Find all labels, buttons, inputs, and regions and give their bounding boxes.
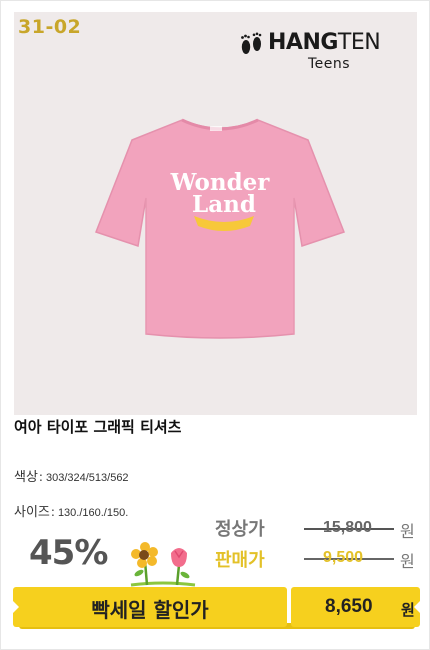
brand-name: HANGTEN <box>268 30 381 55</box>
footprints-icon <box>241 32 262 54</box>
color-label: 색상 <box>14 470 38 485</box>
size-row: 사이즈: 130./160./150. <box>14 501 128 520</box>
regular-price-currency: 원 <box>400 522 415 541</box>
brand-subline: Teens <box>308 56 351 72</box>
product-card[interactable]: 31-02 HANGTEN Teens Wonder Land 여아 타이포 그… <box>0 0 430 650</box>
size-separator: : <box>50 505 55 519</box>
sale-price-label: 판매가 <box>215 550 265 571</box>
tshirt-image: Wonder Land <box>95 118 345 339</box>
product-code: 31-02 <box>18 16 82 38</box>
final-price-value: 8,650 <box>325 596 373 617</box>
product-title[interactable]: 여아 타이포 그래픽 티셔츠 <box>14 416 181 437</box>
brand-logo: HANGTEN Teens <box>234 22 399 80</box>
color-value: 303/324/513/562 <box>45 472 129 484</box>
color-separator: : <box>38 470 43 484</box>
promo-label-bar[interactable]: 빡세일 할인가 <box>13 587 287 627</box>
final-price-currency: 원 <box>401 601 415 619</box>
regular-price-value: 15,800 <box>323 519 372 536</box>
final-price-bar[interactable]: 8,650 원 <box>291 587 420 627</box>
promo-label: 빡세일 할인가 <box>91 598 209 622</box>
sale-price-value: 9,500 <box>323 549 364 566</box>
product-photo[interactable]: 31-02 HANGTEN Teens Wonder Land <box>14 12 417 415</box>
discount-rate: 45% <box>29 533 108 573</box>
color-row: 색상: 303/324/513/562 <box>14 466 129 485</box>
size-value: 130./160./150. <box>57 507 129 519</box>
sale-price-currency: 원 <box>400 552 415 571</box>
regular-price-label: 정상가 <box>215 519 265 540</box>
ribbon-notch <box>414 601 420 613</box>
print-line-2: Land <box>192 191 256 218</box>
flowers-icon <box>130 542 196 587</box>
size-label: 사이즈 <box>14 505 50 520</box>
